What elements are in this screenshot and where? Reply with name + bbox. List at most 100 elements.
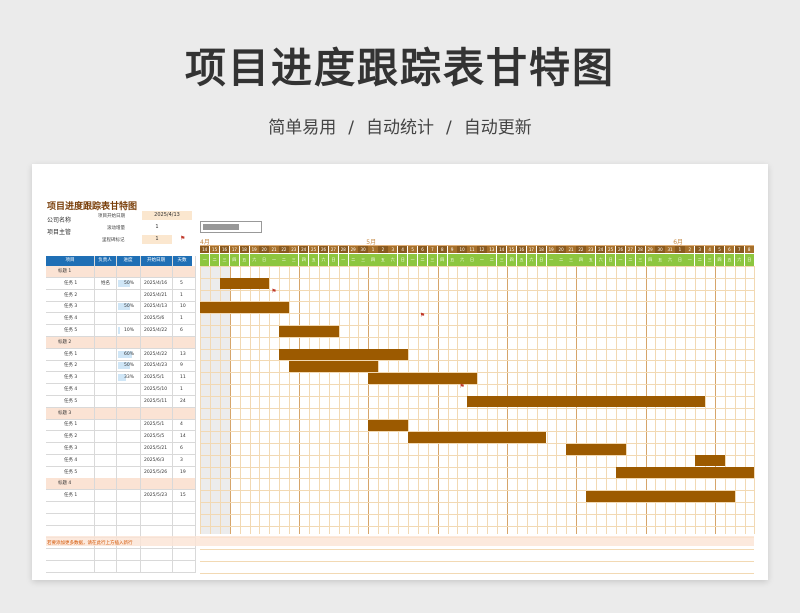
weekday-cell: 三 bbox=[427, 254, 438, 266]
sheet-title: 项目进度跟踪表甘特图 bbox=[47, 202, 138, 212]
progress-bar bbox=[118, 327, 120, 334]
timeline-scrollbar[interactable] bbox=[200, 221, 262, 233]
weekday-cell: 六 bbox=[318, 254, 329, 266]
task-name: 任务 4 bbox=[64, 316, 78, 322]
task-days: 4 bbox=[180, 422, 183, 428]
grid-row bbox=[200, 549, 754, 551]
day-number: 10 bbox=[457, 246, 467, 253]
weekday-cell: 五 bbox=[516, 254, 527, 266]
weekday-cell: 二 bbox=[695, 254, 705, 266]
group-name: 标题 3 bbox=[58, 410, 72, 416]
day-number: 14 bbox=[497, 246, 507, 253]
weekday-cell: 日 bbox=[328, 254, 339, 266]
col-header-start: 开始日期 bbox=[140, 256, 172, 266]
grid-row bbox=[200, 502, 754, 503]
col-header-owner: 负责人 bbox=[94, 256, 116, 266]
grid-row bbox=[200, 443, 754, 444]
day-number: 30 bbox=[358, 246, 368, 253]
task-name: 任务 4 bbox=[64, 457, 78, 463]
task-name: 任务 3 bbox=[64, 304, 78, 310]
weekday-cell: 四 bbox=[368, 254, 378, 266]
grid-column bbox=[437, 266, 439, 534]
day-number: 19 bbox=[249, 246, 259, 253]
weekday-cell: 一 bbox=[338, 254, 348, 266]
task-days: 5 bbox=[180, 280, 183, 286]
grid-column bbox=[358, 266, 360, 534]
day-number: 27 bbox=[625, 246, 636, 253]
day-number: 21 bbox=[566, 246, 576, 253]
weekday-cell: 三 bbox=[358, 254, 368, 266]
grid-column bbox=[388, 266, 390, 534]
task-days: 1 bbox=[180, 316, 183, 322]
grid-column bbox=[318, 266, 320, 534]
gantt-bar bbox=[695, 455, 725, 467]
task-days: 15 bbox=[180, 493, 186, 499]
scroll-label: 滚动增量 bbox=[107, 226, 125, 231]
day-number: 7 bbox=[734, 246, 744, 253]
subtitle-part-1: 简单易用 bbox=[268, 118, 337, 138]
milestone-flag-icon: ⚑ bbox=[419, 311, 426, 319]
weekday-cell: 日 bbox=[744, 254, 754, 266]
task-name: 任务 3 bbox=[64, 375, 78, 381]
scrollbar-thumb[interactable] bbox=[203, 224, 239, 230]
task-name: 任务 2 bbox=[64, 434, 78, 440]
weekday-cell: 四 bbox=[576, 254, 586, 266]
grid-column bbox=[447, 266, 449, 534]
group-name: 标题 2 bbox=[58, 339, 72, 345]
grid-row bbox=[200, 572, 754, 574]
task-start: 2025/4/23 bbox=[144, 363, 168, 369]
subtitle: 简单易用 / 自动统计 / 自动更新 bbox=[0, 113, 800, 138]
scroll-input[interactable]: 1 bbox=[142, 223, 172, 232]
grid-column bbox=[744, 266, 746, 534]
task-start: 2025/4/21 bbox=[144, 292, 168, 298]
col-header-project: 项目 bbox=[46, 256, 94, 266]
weekday-cell: 三 bbox=[635, 254, 645, 266]
footer-note: 若要添加更多数据，请在此行上方插入新行 bbox=[47, 541, 133, 546]
day-number: 5 bbox=[714, 246, 725, 253]
weekday-cell: 四 bbox=[714, 254, 725, 266]
gantt-bar bbox=[586, 490, 735, 502]
grid-row bbox=[200, 277, 754, 279]
table-divider bbox=[140, 256, 141, 573]
grid-column bbox=[368, 266, 370, 534]
task-days: 24 bbox=[180, 398, 186, 404]
weekday-cell: 三 bbox=[497, 254, 507, 266]
start-date-input[interactable]: 2025/4/13 bbox=[142, 211, 192, 220]
weekday-cell: 六 bbox=[665, 254, 675, 266]
task-days: 19 bbox=[180, 469, 186, 475]
task-start: 2025/5/1 bbox=[144, 422, 165, 428]
task-progress: 10% bbox=[124, 328, 135, 333]
day-number: 2 bbox=[685, 246, 695, 253]
weekday-cell: 四 bbox=[299, 254, 309, 266]
day-number: 23 bbox=[289, 246, 299, 253]
grid-column bbox=[417, 266, 419, 534]
day-number: 28 bbox=[635, 246, 645, 253]
day-number: 16 bbox=[516, 246, 527, 253]
milestone-flag-icon: ⚑ bbox=[271, 288, 277, 296]
task-name: 任务 5 bbox=[64, 328, 78, 333]
weekday-cell: 四 bbox=[229, 254, 240, 266]
task-days: 3 bbox=[180, 457, 183, 463]
milestone-flag-icon: ⚑ bbox=[459, 382, 465, 390]
task-start: 2025/4/16 bbox=[144, 280, 168, 286]
weekday-cell: 二 bbox=[487, 254, 497, 266]
grid-column bbox=[308, 266, 310, 534]
gantt-bar bbox=[279, 325, 339, 337]
day-number: 27 bbox=[328, 246, 339, 253]
task-progress: 50% bbox=[124, 280, 135, 286]
group-name: 标题 4 bbox=[58, 481, 72, 487]
subtitle-separator: / bbox=[348, 118, 354, 138]
day-number: 18 bbox=[239, 246, 249, 253]
weekday-cell: 五 bbox=[308, 254, 319, 266]
day-number: 14 bbox=[200, 246, 210, 253]
grid-row bbox=[200, 266, 754, 267]
day-number: 3 bbox=[388, 246, 398, 253]
task-name: 任务 5 bbox=[64, 398, 78, 404]
task-name: 任务 1 bbox=[64, 351, 78, 357]
weekday-cell: 三 bbox=[289, 254, 299, 266]
weekday-cell: 日 bbox=[398, 254, 408, 266]
day-number: 6 bbox=[417, 246, 428, 253]
task-days: 6 bbox=[180, 446, 183, 451]
milestone-input[interactable]: 1 bbox=[142, 235, 172, 244]
day-number: 18 bbox=[536, 246, 546, 253]
